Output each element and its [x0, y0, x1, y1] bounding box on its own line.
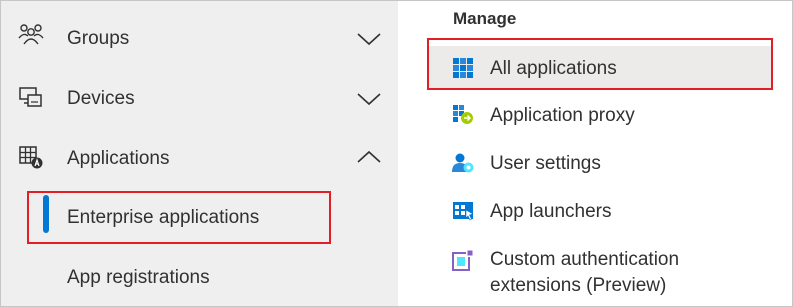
nav-subitem-app-registrations[interactable]: App registrations: [1, 251, 398, 301]
groups-icon: [18, 24, 44, 45]
chevron-down-icon[interactable]: [356, 91, 382, 107]
applications-icon: [19, 146, 43, 169]
nav-item-groups[interactable]: Groups: [1, 9, 398, 67]
menu-item-app-launchers-label: App launchers: [490, 201, 612, 222]
user-settings-icon: [452, 153, 474, 173]
menu-item-custom-authentication-extensions-label-line1: Custom authentication: [490, 249, 680, 270]
portal-frame: Groups Devices Applications Enterprise a…: [0, 0, 793, 307]
chevron-down-icon[interactable]: [356, 31, 382, 47]
nav-item-groups-label: Groups: [67, 28, 130, 49]
section-heading-manage: Manage: [453, 9, 517, 28]
nav-item-devices[interactable]: Devices: [1, 69, 398, 127]
application-proxy-icon: [453, 105, 473, 124]
nav-item-applications-label: Applications: [67, 148, 170, 169]
devices-icon: [19, 87, 42, 107]
menu-item-user-settings-label: User settings: [490, 153, 601, 174]
menu-item-custom-authentication-extensions-label-line2: extensions (Preview): [490, 275, 667, 296]
nav-subitem-enterprise-applications-label: Enterprise applications: [67, 207, 260, 228]
chevron-up-icon[interactable]: [356, 149, 382, 165]
menu-item-application-proxy-label: Application proxy: [490, 105, 635, 126]
left-navigation: Groups Devices Applications Enterprise a…: [1, 1, 398, 306]
app-launchers-icon: [453, 202, 474, 221]
nav-item-devices-label: Devices: [67, 88, 135, 109]
all-applications-icon: [453, 58, 473, 78]
custom-authentication-extensions-icon: [452, 249, 474, 271]
selected-indicator: [43, 195, 49, 233]
nav-subitem-app-registrations-label: App registrations: [67, 267, 210, 288]
menu-item-all-applications-label: All applications: [490, 58, 617, 79]
nav-item-applications[interactable]: Applications: [1, 129, 398, 187]
nav-subitem-enterprise-applications[interactable]: Enterprise applications: [1, 189, 398, 239]
